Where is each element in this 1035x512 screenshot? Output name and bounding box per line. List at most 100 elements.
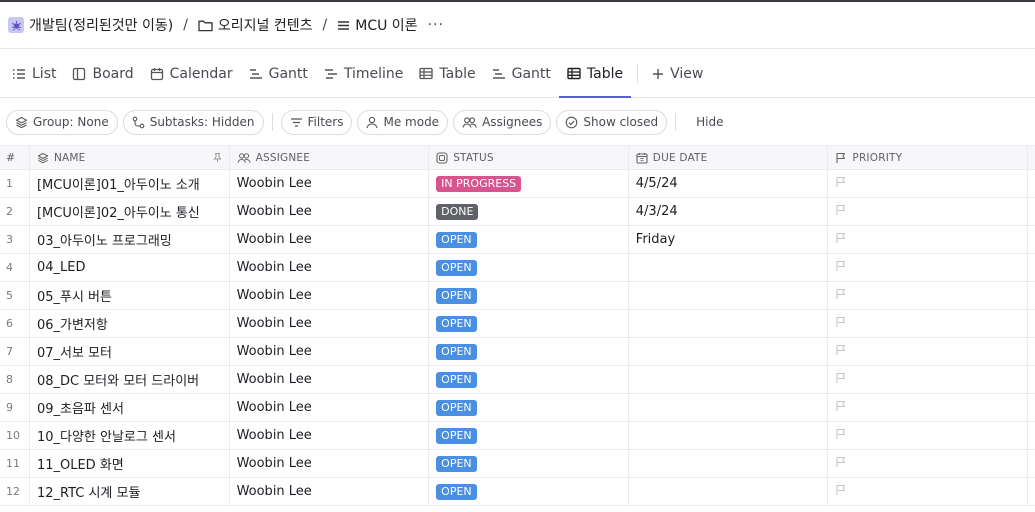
status-badge[interactable]: OPEN bbox=[436, 371, 477, 388]
table-row[interactable]: 12 12_RTC 시계 모듈 Woobin Lee OPEN bbox=[0, 478, 1035, 506]
task-priority[interactable] bbox=[828, 450, 1028, 477]
task-due-date[interactable] bbox=[629, 366, 829, 393]
task-priority[interactable] bbox=[828, 310, 1028, 337]
task-due-date[interactable] bbox=[629, 338, 829, 365]
breadcrumb-folder[interactable]: 오리지널 컨텐츠 bbox=[198, 15, 313, 35]
task-status-cell[interactable]: OPEN bbox=[429, 478, 629, 505]
task-status-cell[interactable]: OPEN bbox=[429, 450, 629, 477]
task-status-cell[interactable]: OPEN bbox=[429, 282, 629, 309]
column-header-assignee[interactable]: ASSIGNEE bbox=[230, 146, 430, 169]
task-assignee[interactable]: Woobin Lee bbox=[230, 282, 430, 309]
status-badge[interactable]: OPEN bbox=[436, 287, 477, 304]
table-row[interactable]: 8 08_DC 모터와 모터 드라이버 Woobin Lee OPEN bbox=[0, 366, 1035, 394]
task-name[interactable]: 08_DC 모터와 모터 드라이버 bbox=[30, 366, 230, 393]
task-name[interactable]: 07_서보 모터 bbox=[30, 338, 230, 365]
task-status-cell[interactable]: OPEN bbox=[429, 394, 629, 421]
status-badge[interactable]: IN PROGRESS bbox=[436, 175, 522, 192]
table-row[interactable]: 6 06_가변저항 Woobin Lee OPEN bbox=[0, 310, 1035, 338]
task-due-date[interactable] bbox=[629, 394, 829, 421]
status-badge[interactable]: OPEN bbox=[436, 483, 477, 500]
task-assignee[interactable]: Woobin Lee bbox=[230, 422, 430, 449]
table-row[interactable]: 3 03_아두이노 프로그래밍 Woobin Lee OPEN Friday bbox=[0, 226, 1035, 254]
task-name[interactable]: 10_다양한 안날로그 센서 bbox=[30, 422, 230, 449]
task-assignee[interactable]: Woobin Lee bbox=[230, 170, 430, 197]
task-priority[interactable] bbox=[828, 198, 1028, 225]
table-row[interactable]: 2 [MCU이론]02_아두이노 통신 Woobin Lee DONE 4/3/24 bbox=[0, 198, 1035, 226]
table-row[interactable]: 7 07_서보 모터 Woobin Lee OPEN bbox=[0, 338, 1035, 366]
table-row[interactable]: 11 11_OLED 화면 Woobin Lee OPEN bbox=[0, 450, 1035, 478]
task-status-cell[interactable]: OPEN bbox=[429, 338, 629, 365]
task-name[interactable]: 04_LED bbox=[30, 254, 230, 281]
flag-icon[interactable] bbox=[835, 400, 847, 416]
table-row[interactable]: 5 05_푸시 버튼 Woobin Lee OPEN bbox=[0, 282, 1035, 310]
flag-icon[interactable] bbox=[835, 288, 847, 304]
task-assignee[interactable]: Woobin Lee bbox=[230, 254, 430, 281]
table-row[interactable]: 1 [MCU이론]01_아두이노 소개 Woobin Lee IN PROGRESS 4… bbox=[0, 170, 1035, 198]
task-due-date[interactable]: 4/5/24 bbox=[629, 170, 829, 197]
task-priority[interactable] bbox=[828, 282, 1028, 309]
task-due-date[interactable] bbox=[629, 254, 829, 281]
add-view-button[interactable]: View bbox=[644, 50, 711, 97]
task-name[interactable]: [MCU이론]01_아두이노 소개 bbox=[30, 170, 230, 197]
status-badge[interactable]: OPEN bbox=[436, 315, 477, 332]
status-badge[interactable]: OPEN bbox=[436, 343, 477, 360]
status-badge[interactable]: OPEN bbox=[436, 399, 477, 416]
hide-button[interactable]: Hide bbox=[688, 115, 731, 129]
task-priority[interactable] bbox=[828, 254, 1028, 281]
tab-gantt-2[interactable]: Gantt bbox=[484, 50, 559, 97]
task-status-cell[interactable]: OPEN bbox=[429, 422, 629, 449]
task-status-cell[interactable]: OPEN bbox=[429, 366, 629, 393]
task-name[interactable]: 05_푸시 버튼 bbox=[30, 282, 230, 309]
status-badge[interactable]: OPEN bbox=[436, 231, 477, 248]
task-status-cell[interactable]: IN PROGRESS bbox=[429, 170, 629, 197]
task-assignee[interactable]: Woobin Lee bbox=[230, 366, 430, 393]
tab-table-active[interactable]: Table bbox=[558, 50, 632, 98]
task-due-date[interactable] bbox=[629, 422, 829, 449]
status-badge[interactable]: OPEN bbox=[436, 259, 477, 276]
tab-list[interactable]: List bbox=[4, 50, 64, 97]
task-name[interactable]: 06_가변저항 bbox=[30, 310, 230, 337]
flag-icon[interactable] bbox=[835, 344, 847, 360]
flag-icon[interactable] bbox=[835, 176, 847, 192]
task-name[interactable]: 12_RTC 시계 모듈 bbox=[30, 478, 230, 505]
task-assignee[interactable]: Woobin Lee bbox=[230, 394, 430, 421]
status-badge[interactable]: OPEN bbox=[436, 427, 477, 444]
flag-icon[interactable] bbox=[835, 428, 847, 444]
task-name[interactable]: 03_아두이노 프로그래밍 bbox=[30, 226, 230, 253]
show-closed-button[interactable]: Show closed bbox=[556, 109, 668, 135]
task-priority[interactable] bbox=[828, 226, 1028, 253]
task-name[interactable]: 11_OLED 화면 bbox=[30, 450, 230, 477]
column-header-name[interactable]: NAME bbox=[30, 146, 230, 169]
breadcrumb-space[interactable]: 개발팀(정리된것만 이동) bbox=[8, 15, 173, 35]
task-due-date[interactable] bbox=[629, 310, 829, 337]
status-badge[interactable]: DONE bbox=[436, 203, 479, 220]
task-assignee[interactable]: Woobin Lee bbox=[230, 338, 430, 365]
flag-icon[interactable] bbox=[835, 484, 847, 500]
task-priority[interactable] bbox=[828, 170, 1028, 197]
task-assignee[interactable]: Woobin Lee bbox=[230, 226, 430, 253]
table-row[interactable]: 9 09_초음파 센서 Woobin Lee OPEN bbox=[0, 394, 1035, 422]
task-priority[interactable] bbox=[828, 478, 1028, 505]
tab-timeline[interactable]: Timeline bbox=[316, 50, 412, 97]
task-status-cell[interactable]: OPEN bbox=[429, 226, 629, 253]
task-status-cell[interactable]: OPEN bbox=[429, 310, 629, 337]
flag-icon[interactable] bbox=[835, 456, 847, 472]
column-header-status[interactable]: STATUS bbox=[429, 146, 629, 169]
filters-button[interactable]: Filters bbox=[280, 109, 353, 135]
me-mode-button[interactable]: Me mode bbox=[357, 109, 449, 135]
task-due-date[interactable]: Friday bbox=[629, 226, 829, 253]
tab-table[interactable]: Table bbox=[411, 50, 483, 97]
task-priority[interactable] bbox=[828, 422, 1028, 449]
task-status-cell[interactable]: DONE bbox=[429, 198, 629, 225]
task-assignee[interactable]: Woobin Lee bbox=[230, 310, 430, 337]
task-status-cell[interactable]: OPEN bbox=[429, 254, 629, 281]
task-assignee[interactable]: Woobin Lee bbox=[230, 450, 430, 477]
task-priority[interactable] bbox=[828, 338, 1028, 365]
tab-board[interactable]: Board bbox=[64, 50, 141, 97]
flag-icon[interactable] bbox=[835, 260, 847, 276]
tab-calendar[interactable]: Calendar bbox=[142, 50, 241, 97]
task-name[interactable]: 09_초음파 센서 bbox=[30, 394, 230, 421]
breadcrumb-list[interactable]: MCU 이론 bbox=[337, 15, 418, 35]
flag-icon[interactable] bbox=[835, 204, 847, 220]
assignees-button[interactable]: Assignees bbox=[453, 109, 552, 135]
